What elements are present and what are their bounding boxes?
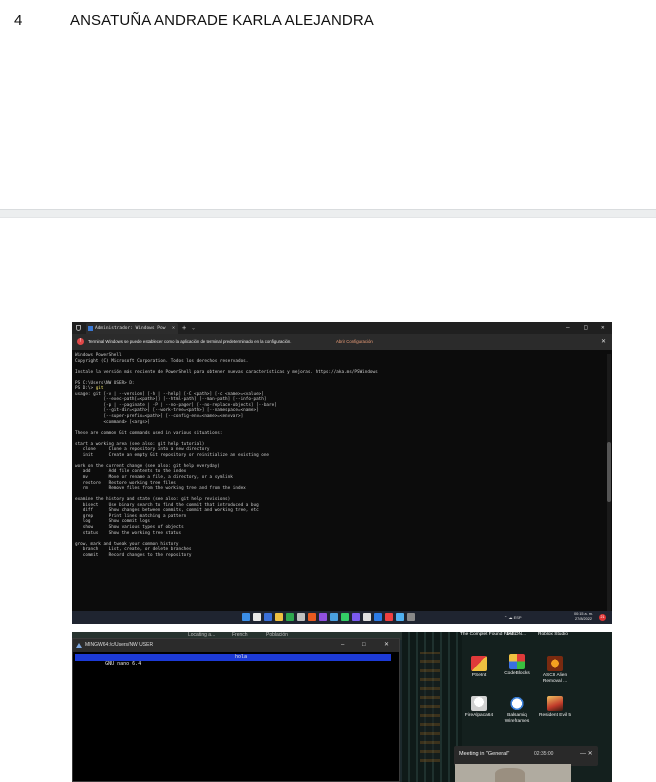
taskbar-app-icon[interactable]	[275, 613, 283, 621]
taskbar-app-icon[interactable]	[330, 613, 338, 621]
meeting-title: Meeting in "General"	[459, 751, 510, 757]
page-break	[0, 209, 656, 218]
desktop-icon-label: Balsamiq Wireframes	[504, 713, 530, 724]
desktop-icon-balsamiq[interactable]: Balsamiq Wireframes	[496, 696, 538, 725]
meeting-video-preview	[455, 764, 571, 782]
desktop-icon-firealpaca[interactable]: FireAlpaca64	[458, 696, 500, 719]
minimize-button[interactable]: –	[566, 322, 570, 334]
participant-video	[495, 768, 525, 782]
open-settings-link[interactable]: Abrir Configuración	[336, 334, 373, 350]
desktop-icon-label: FireAlpaca64	[464, 713, 494, 718]
desktop-icon-label: Resident Evil 5	[539, 713, 571, 718]
meeting-controls[interactable]: — ✕	[580, 746, 593, 762]
taskbar-app-icon[interactable]	[374, 613, 382, 621]
document-page: 4 ANSATUÑA ANDRADE KARLA ALEJANDRA	[0, 0, 656, 210]
codeblocks-icon	[509, 654, 525, 669]
meeting-timer: 02:35:00	[534, 751, 554, 757]
desktop-screenshot: Locating a... French Población MINGW64:/…	[72, 632, 612, 782]
mingw-title: MINGW64:/c/Users/NW USER	[85, 642, 154, 648]
close-button[interactable]: ✕	[601, 322, 605, 334]
powershell-icon	[88, 326, 93, 331]
terminal-tab[interactable]: Administrador: Windows Pow ✕	[86, 323, 178, 334]
nano-filename: hola	[235, 654, 248, 660]
desktop-icon-label-top-2[interactable]: JASON...	[506, 632, 526, 638]
taskbar-app-icon[interactable]	[363, 613, 371, 621]
taskbar-app-icon[interactable]	[352, 613, 360, 621]
terminal-line: commit Record changes to the repository	[75, 552, 192, 558]
tab-dropdown-button[interactable]: ⌄	[192, 322, 195, 334]
info-bar: ! Terminal Windows se puede establecer c…	[72, 334, 612, 350]
taskbar-app-icon[interactable]	[286, 613, 294, 621]
windows-taskbar: ⌃ ☁ ESP 00:15 a. m. 27/8/2022 21	[72, 611, 612, 624]
error-icon: !	[77, 338, 84, 345]
clock-date: 27/8/2022	[575, 617, 592, 621]
maximize-button[interactable]: □	[584, 322, 588, 334]
mingw-titlebar[interactable]: MINGW64:/c/Users/NW USER – □ ✕	[73, 639, 399, 652]
nano-version: GNU nano 6.4	[99, 661, 142, 667]
notification-badge[interactable]: 21	[599, 614, 606, 621]
desktop-icon-resident-evil[interactable]: Resident Evil 5	[534, 696, 576, 719]
terminal-tab-bar: Administrador: Windows Pow ✕ + ⌄ – □ ✕	[72, 322, 612, 334]
resident-evil-icon	[547, 696, 563, 711]
taskbar-app-icon[interactable]	[341, 613, 349, 621]
mingw-minimize-button[interactable]: –	[341, 639, 344, 652]
ascii-alien-icon	[547, 656, 563, 671]
info-message: Terminal Windows se puede establecer com…	[88, 339, 292, 344]
taskbar-clock[interactable]: 00:15 a. m. 27/8/2022	[574, 612, 593, 622]
pseint-icon	[471, 656, 487, 671]
taskbar-app-icon[interactable]	[319, 613, 327, 621]
taskbar-app-icon[interactable]	[385, 613, 393, 621]
shield-icon	[76, 325, 81, 331]
scrollbar-thumb[interactable]	[607, 442, 611, 502]
new-tab-button[interactable]: +	[182, 322, 186, 334]
nano-header: GNU nano 6.4 hola	[75, 654, 391, 667]
taskbar-app-icon[interactable]	[297, 613, 305, 621]
terminal-output[interactable]: Windows PowerShell Copyright (C) Microsof…	[75, 353, 599, 558]
firealpaca-icon	[471, 696, 487, 711]
mingw-maximize-button[interactable]: □	[362, 639, 366, 652]
balsamiq-icon	[509, 696, 525, 711]
taskbar-icons	[242, 613, 415, 622]
tab-title: Administrador: Windows Pow	[95, 326, 166, 331]
mingw-logo-icon	[76, 643, 82, 648]
student-name: ANSATUÑA ANDRADE KARLA ALEJANDRA	[70, 12, 374, 29]
info-close-icon[interactable]: ✕	[601, 334, 606, 350]
taskbar-app-icon[interactable]	[396, 613, 404, 621]
taskbar-app-icon[interactable]	[253, 613, 261, 621]
desktop-icon-pseint[interactable]: PSeInt	[458, 656, 500, 679]
mingw-close-button[interactable]: ✕	[384, 639, 389, 652]
mingw-window[interactable]: MINGW64:/c/Users/NW USER – □ ✕ GNU nano …	[72, 638, 400, 782]
desktop-icon-label: ASCII Alien Removal ...	[542, 673, 568, 684]
taskbar-app-icon[interactable]	[264, 613, 272, 621]
windows-start-icon[interactable]	[242, 613, 250, 621]
system-tray[interactable]: ⌃ ☁ ESP	[504, 611, 522, 624]
row-number: 4	[14, 12, 23, 29]
desktop-icon-label-top-3[interactable]: Roblox Studio	[538, 632, 568, 638]
tab-close-icon[interactable]: ✕	[172, 323, 175, 334]
desktop-icon-label: PSeInt	[471, 673, 487, 678]
wallpaper-glow	[420, 652, 440, 762]
meeting-popup[interactable]: Meeting in "General" 02:35:00 — ✕	[454, 746, 598, 766]
taskbar-app-icon[interactable]	[308, 613, 316, 621]
desktop-icon-label: CodeBlocks	[504, 671, 530, 676]
taskbar-app-icon[interactable]	[407, 613, 415, 621]
terminal-screenshot: Administrador: Windows Pow ✕ + ⌄ – □ ✕ !…	[72, 322, 612, 624]
desktop-icon-ascii-alien[interactable]: ASCII Alien Removal ...	[534, 656, 576, 685]
desktop-icon-codeblocks[interactable]: CodeBlocks	[496, 654, 538, 677]
